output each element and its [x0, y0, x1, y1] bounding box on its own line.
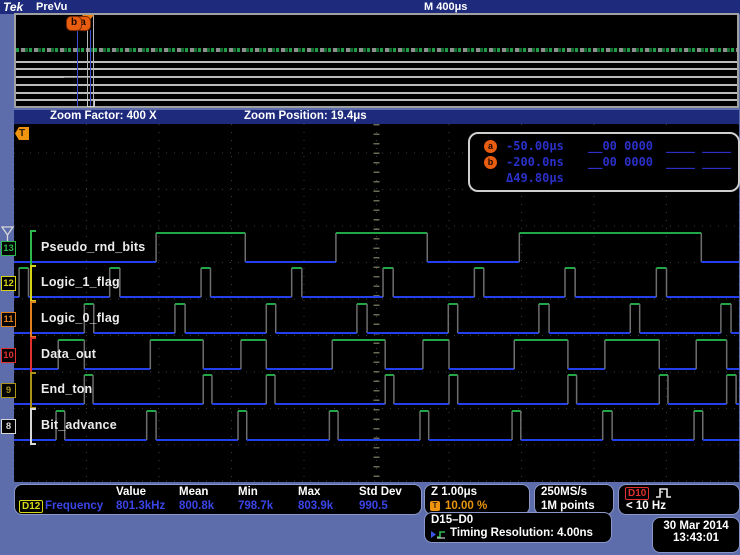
overview-channel-line	[16, 61, 737, 63]
zoom-scale-box[interactable]: Z 1.00μs T 10.00 %	[424, 484, 530, 515]
channel-label[interactable]: Pseudo_rnd_bits	[41, 240, 145, 254]
datetime-box: 30 Mar 2014 13:43:01	[652, 517, 740, 553]
channel-bracket	[30, 301, 36, 338]
cursor-readout-box: a -50.00μs __00 0000 ____ ____ b -200.0n…	[468, 132, 740, 192]
channel-label[interactable]: End_ton	[41, 382, 92, 396]
cursor-b-badge: b	[484, 156, 497, 169]
cursor-delta: Δ49.80μs	[506, 171, 564, 185]
zoom-scale-label: Z 1.00μs	[431, 486, 478, 498]
tek-logo: Tek	[3, 0, 24, 14]
overview-channel-line	[16, 92, 737, 94]
trigger-source-badge: D10	[625, 487, 650, 500]
zoom-percent-label: 10.00 %	[445, 500, 488, 512]
time-label: 13:43:01	[672, 532, 720, 544]
bus-name-label: D15–D0	[431, 514, 474, 526]
digital-bus-info-box[interactable]: D15–D0 Timing Resolution: 4.00ns	[424, 512, 612, 543]
oscilloscope-screen: Tek PreVu M 400μs a b Zoom Factor: 400 X…	[0, 0, 740, 555]
date-label: 30 Mar 2014	[663, 520, 729, 532]
channel-bracket	[30, 408, 36, 445]
channel-bracket	[30, 265, 36, 302]
measurement-readout-box: Value Mean Min Max Std Dev D12 Frequency…	[14, 484, 422, 515]
meas-header-min: Min	[238, 486, 258, 498]
acquisition-info-box[interactable]: 250MS/s 1M points	[534, 484, 614, 515]
cursor-a-time: -50.00μs	[506, 139, 564, 153]
top-status-bar: Tek PreVu M 400μs	[0, 0, 740, 14]
cursor-b-marker[interactable]: b	[66, 16, 82, 31]
overview-cursor-a-line	[77, 30, 78, 106]
zoom-position-label: Zoom Position: 19.4μs	[244, 110, 367, 122]
measurement-max: 803.9k	[298, 500, 334, 512]
channel-bracket	[30, 230, 36, 267]
channel-bracket	[30, 372, 36, 409]
cursor-b-time: -200.0ns	[506, 155, 564, 169]
trigger-pulse-icon	[656, 488, 671, 498]
meas-header-stddev: Std Dev	[359, 486, 402, 498]
acquisition-mode-label: PreVu	[36, 1, 68, 13]
cursor-a-value: __00 0000	[588, 139, 654, 153]
overview-cursor-b-line	[90, 30, 91, 106]
measurement-value: 801.3kHz	[116, 500, 166, 512]
channel-label[interactable]: Logic_0_flag	[41, 311, 120, 325]
channel-number-badge[interactable]: 10	[1, 348, 16, 363]
cursor-b-value: __00 0000	[588, 155, 654, 169]
sample-rate-label: 250MS/s	[541, 486, 588, 498]
meas-header-value: Value	[116, 486, 147, 498]
channel-label[interactable]: Bit_advance	[41, 418, 117, 432]
measurement-name: Frequency	[45, 500, 104, 512]
cursor-a-badge: a	[484, 140, 497, 153]
overview-channel-line	[16, 68, 737, 70]
zoom-info-bar: Zoom Factor: 400 X Zoom Position: 19.4μs	[14, 110, 739, 124]
channel-number-badge[interactable]: 9	[1, 383, 16, 398]
trigger-frequency-label: < 10 Hz	[626, 500, 666, 512]
channel-label[interactable]: Logic_1_flag	[41, 275, 120, 289]
main-timebase-label: M 400μs	[424, 1, 468, 13]
measurement-mean: 800.8k	[179, 500, 215, 512]
measurement-stddev: 990.5	[359, 500, 388, 512]
record-length-label: 1M points	[541, 500, 595, 512]
cursor-b-bits: ____ ____	[666, 155, 732, 169]
channel-number-badge[interactable]: 12	[1, 276, 16, 291]
zoom-window-bracket	[87, 99, 95, 107]
timing-resolution-label: Timing Resolution: 4.00ns	[450, 527, 593, 539]
trigger-t-icon: T	[430, 501, 440, 511]
overview-activity-trace	[16, 48, 737, 52]
channel-number-badge[interactable]: 11	[1, 312, 16, 327]
meas-header-max: Max	[298, 486, 321, 498]
meas-header-mean: Mean	[179, 486, 209, 498]
channel-number-badge[interactable]: 8	[1, 419, 16, 434]
overview-channel-line	[16, 99, 737, 101]
trigger-info-box[interactable]: D10 < 10 Hz	[618, 484, 740, 515]
overview-channel-line	[16, 76, 737, 78]
timing-resolution-icon	[431, 531, 445, 539]
overview-channel-line	[16, 84, 737, 86]
zoom-factor-label: Zoom Factor: 400 X	[50, 110, 157, 122]
measurement-source-badge: D12	[19, 500, 44, 513]
record-overview-window: a b	[14, 13, 739, 108]
channel-label[interactable]: Data_out	[41, 347, 96, 361]
zoom-window-right-edge[interactable]	[93, 15, 94, 106]
channel-number-badge[interactable]: 13	[1, 241, 16, 256]
measurement-min: 798.7k	[238, 500, 274, 512]
cursor-a-bits: ____ ____	[666, 139, 732, 153]
channel-bracket	[30, 337, 36, 374]
